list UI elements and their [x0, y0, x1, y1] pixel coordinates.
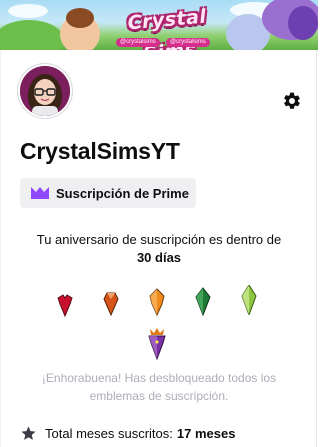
sub-emblem-5 [241, 285, 257, 315]
sub-emblem-6 [148, 328, 166, 361]
prime-badge-label: Suscripción de Prime [56, 185, 189, 201]
total-months-value: 17 meses [176, 425, 236, 441]
avatar[interactable] [20, 66, 70, 116]
crown-icon [31, 187, 49, 199]
banner-handle-left: @crystalsims [116, 38, 160, 47]
total-months: Total meses suscritos: 17 meses [20, 423, 235, 443]
banner-handle-right: @crystalsims [166, 38, 210, 47]
sub-emblem-2 [103, 292, 119, 317]
sub-emblem-3 [149, 288, 165, 317]
channel-banner: Crystal Sims @crystalsims @crystalsims [0, 0, 318, 50]
congrats-message: ¡Enhorabuena! Has desbloqueado todos los… [41, 371, 277, 403]
banner-title: Crystal Sims [126, 5, 208, 50]
sub-emblem-1 [57, 294, 73, 318]
avatar-image [20, 66, 70, 116]
sub-emblem-4 [195, 287, 211, 317]
anniversary-days: 30 días [136, 250, 182, 265]
anniversary-text: Tu aniversario de suscripción es dentro … [36, 232, 282, 247]
gear-icon [284, 92, 300, 109]
star-icon [21, 425, 36, 440]
settings-button[interactable] [280, 89, 304, 113]
prime-subscription-badge: Suscripción de Prime [20, 178, 196, 208]
channel-username: CrystalSimsYT [20, 138, 180, 164]
total-months-label: Total meses suscritos: [45, 425, 173, 441]
